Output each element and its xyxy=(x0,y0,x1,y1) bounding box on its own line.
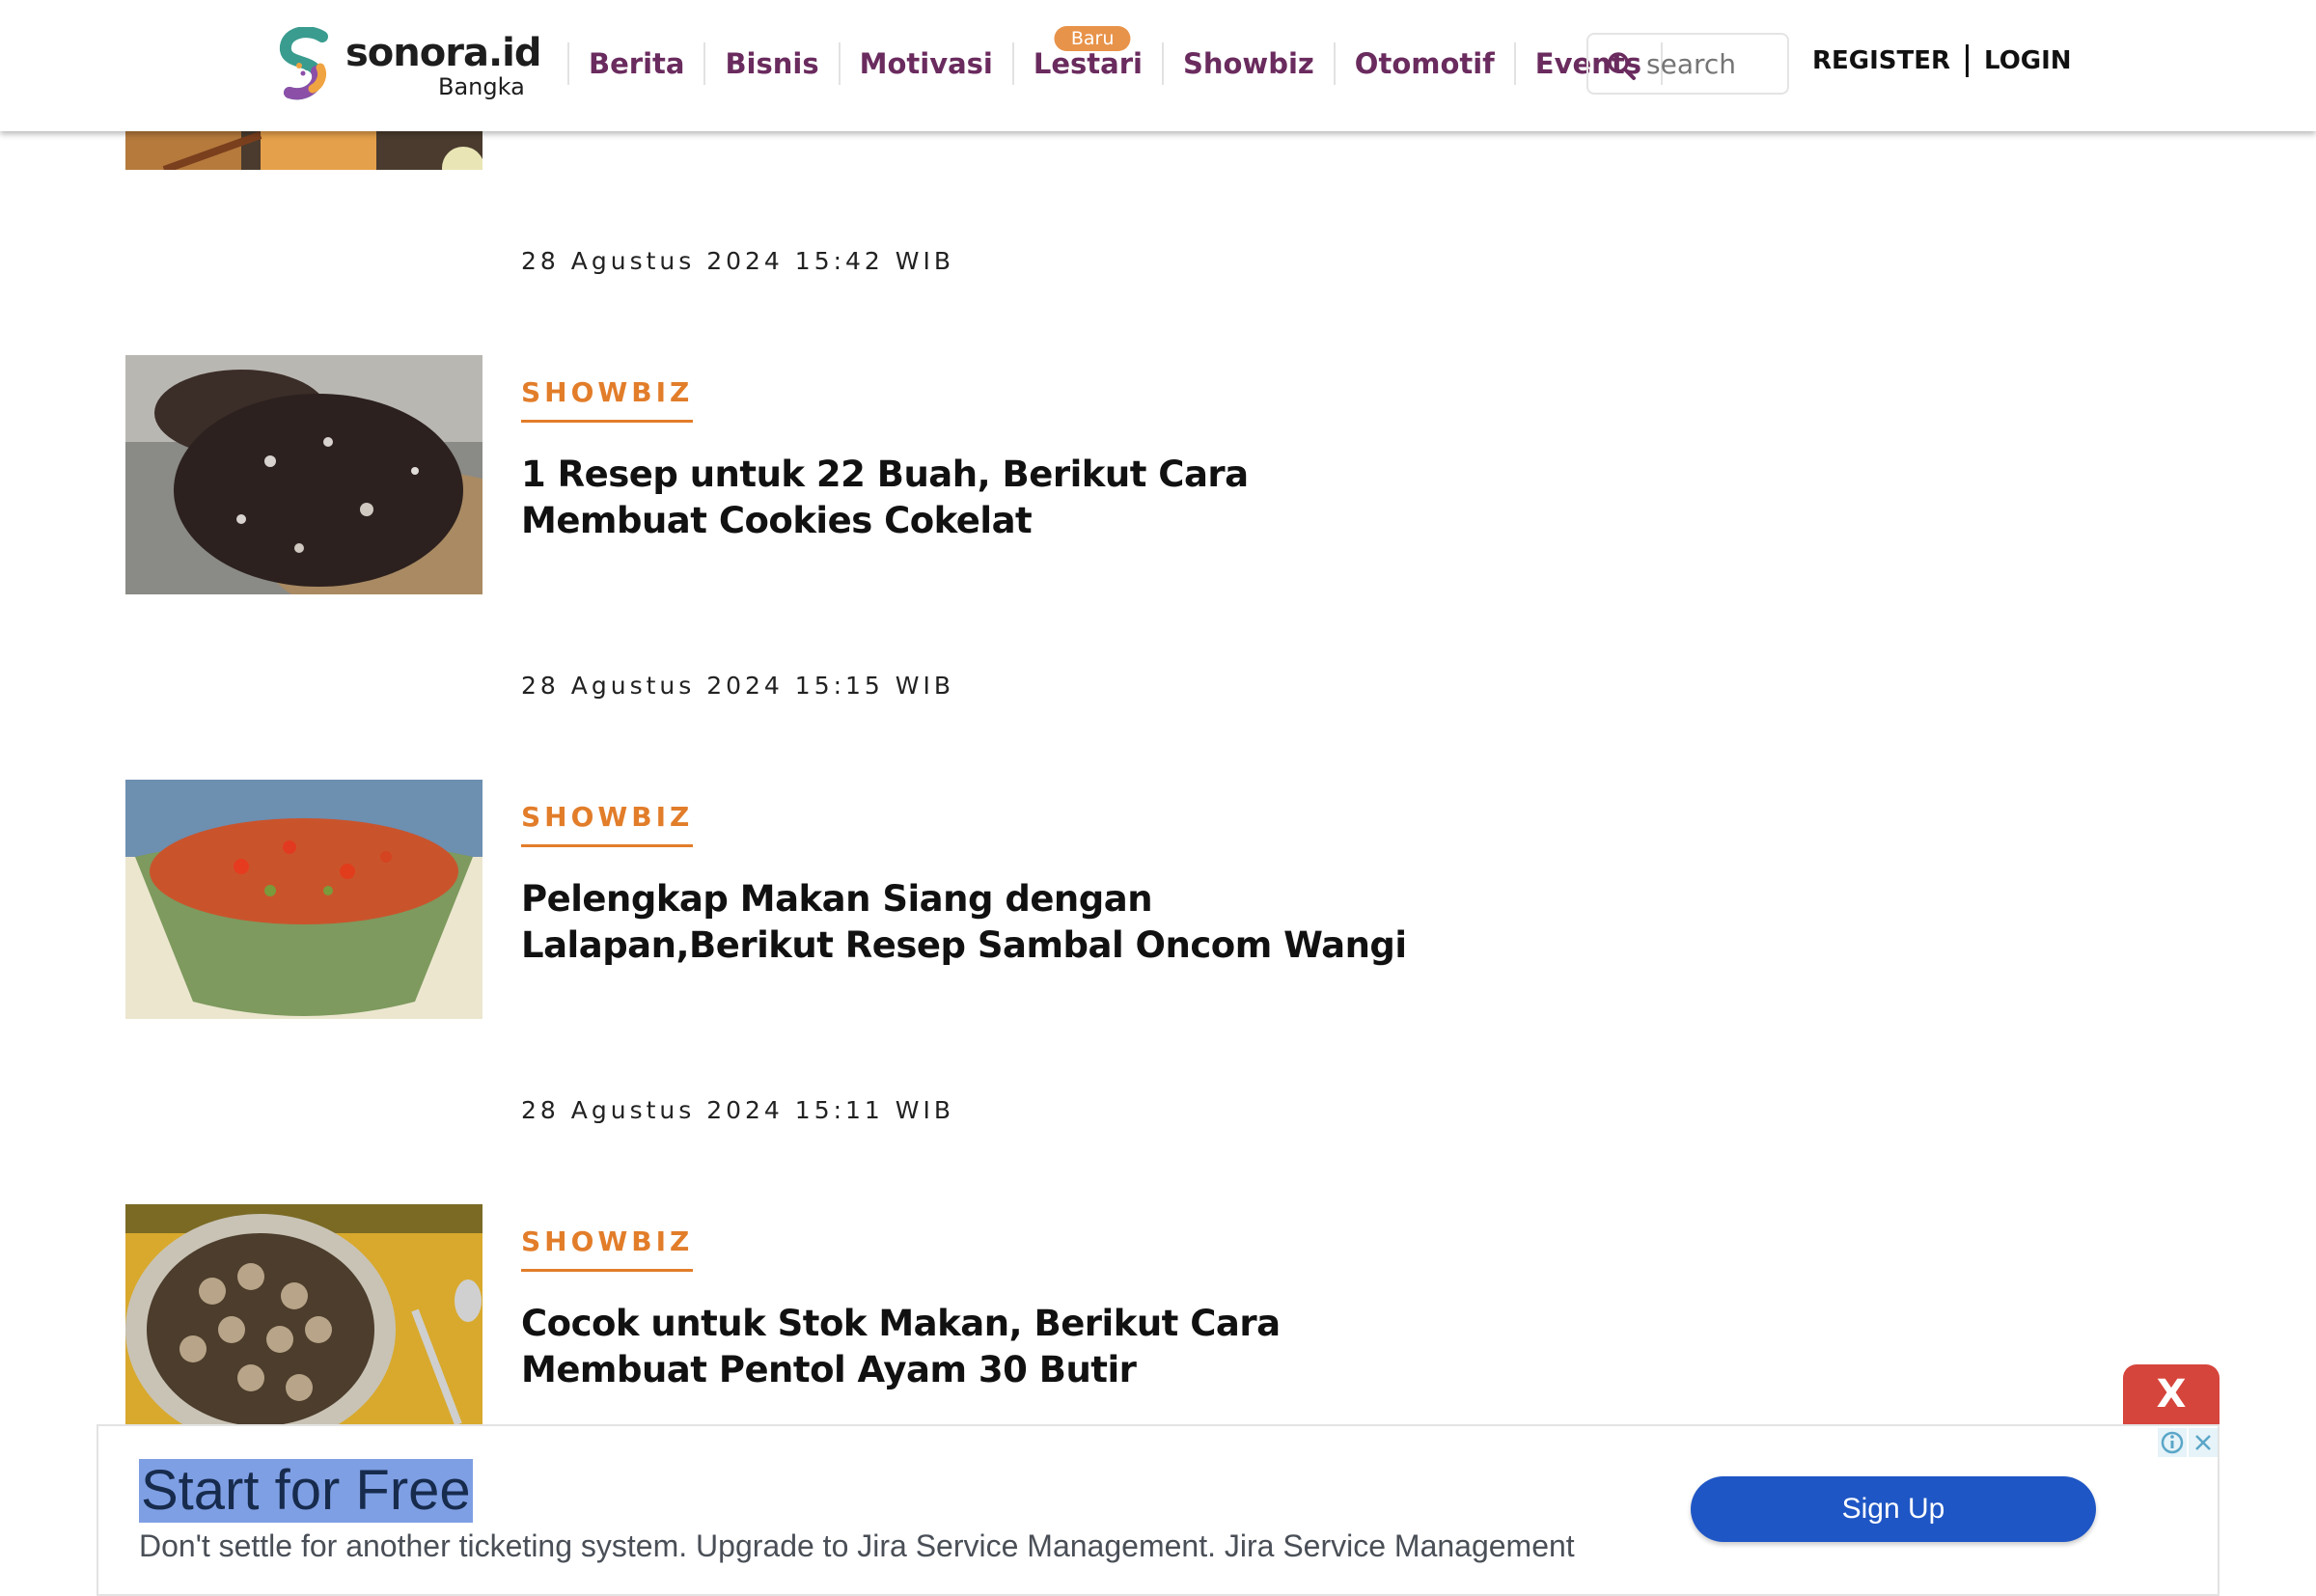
nav-item-bisnis[interactable]: Bisnis xyxy=(705,47,838,80)
article-title[interactable]: Cocok untuk Stok Makan, Berikut Cara Mem… xyxy=(521,1301,1409,1393)
new-badge: Baru xyxy=(1054,26,1131,51)
ad-close-button[interactable]: X xyxy=(2123,1364,2220,1424)
auth-divider xyxy=(1966,44,1970,77)
article-title[interactable]: 1 Resep untuk 22 Buah, Berikut Cara Memb… xyxy=(521,452,1409,544)
cookie-image xyxy=(125,355,482,594)
search-input[interactable] xyxy=(1646,44,1781,83)
article-category[interactable]: SHOWBIZ xyxy=(521,1225,694,1272)
site-logo[interactable]: sonora.id Bangka xyxy=(278,27,542,104)
ad-description: Don't settle for another ticketing syste… xyxy=(139,1528,1575,1563)
nav-item-label: Lestari xyxy=(1033,47,1143,80)
signup-button[interactable]: Sign Up xyxy=(1691,1476,2096,1542)
register-link[interactable]: REGISTER xyxy=(1812,46,1950,75)
article-category[interactable]: SHOWBIZ xyxy=(521,376,694,423)
brand-name: sonora.id xyxy=(345,31,542,75)
nav-item-berita[interactable]: Berita xyxy=(569,47,703,80)
ad-banner: Start for Free Don't settle for another … xyxy=(96,1424,2220,1596)
sonora-logo-icon xyxy=(280,27,328,100)
sambal-image xyxy=(125,780,482,1019)
search-box[interactable] xyxy=(1586,33,1789,95)
pentol-image xyxy=(125,1204,482,1424)
article-date: 28 Agustus 2024 15:42 WIB xyxy=(521,247,955,275)
site-header: sonora.id Bangka Berita Bisnis Motivasi … xyxy=(0,0,2316,131)
article-date: 28 Agustus 2024 15:11 WIB xyxy=(521,1096,955,1124)
login-link[interactable]: LOGIN xyxy=(1984,46,2072,75)
main-nav: Berita Bisnis Motivasi Lestari Baru Show… xyxy=(567,26,1663,91)
nav-item-showbiz[interactable]: Showbiz xyxy=(1164,47,1334,80)
article-title[interactable]: Pelengkap Makan Siang dengan Lalapan,Ber… xyxy=(521,876,1409,969)
article-thumbnail[interactable] xyxy=(125,780,482,1019)
nav-item-otomotif[interactable]: Otomotif xyxy=(1336,47,1514,80)
article-category[interactable]: SHOWBIZ xyxy=(521,801,694,847)
auth-links: REGISTER LOGIN xyxy=(1812,44,2072,77)
info-icon[interactable] xyxy=(2158,1428,2187,1457)
brand-region: Bangka xyxy=(438,73,525,100)
article-date: 28 Agustus 2024 15:15 WIB xyxy=(521,672,955,700)
ad-headline[interactable]: Start for Free xyxy=(139,1459,473,1523)
article-thumbnail[interactable] xyxy=(125,1204,482,1424)
nav-item-lestari[interactable]: Lestari Baru xyxy=(1014,26,1162,80)
nav-item-motivasi[interactable]: Motivasi xyxy=(841,47,1012,80)
search-icon[interactable] xyxy=(1606,50,1637,81)
close-icon[interactable] xyxy=(2189,1428,2218,1457)
article-thumbnail[interactable] xyxy=(125,355,482,594)
